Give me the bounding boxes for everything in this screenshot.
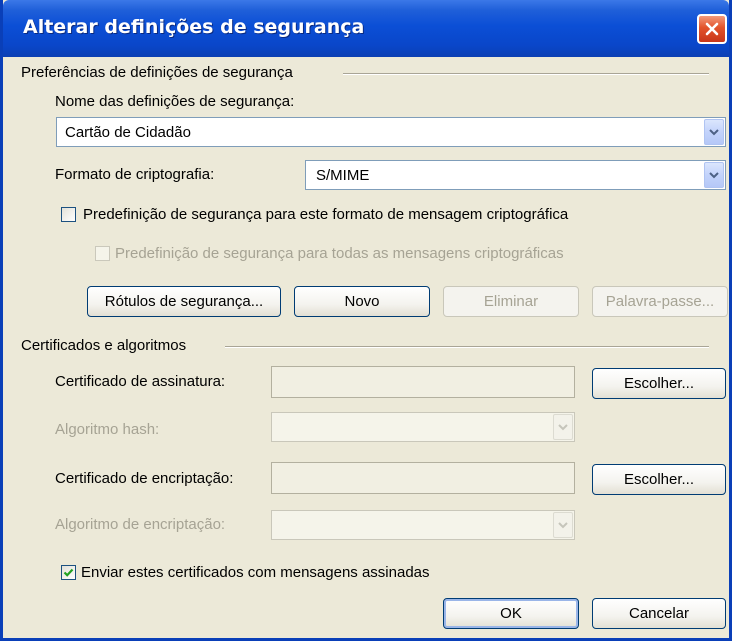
dropdown-button[interactable] <box>704 119 724 145</box>
choose-button-label: Escolher... <box>623 471 695 488</box>
certificates-group-label: Certificados e algoritmos <box>21 337 187 354</box>
title-bar[interactable]: Alterar definições de segurança <box>3 0 729 57</box>
close-icon <box>705 22 719 36</box>
dropdown-button[interactable] <box>553 512 573 538</box>
chevron-down-icon <box>558 424 568 431</box>
cancel-button-label: Cancelar <box>628 605 690 622</box>
new-button-label: Novo <box>344 293 380 310</box>
ok-button[interactable]: OK <box>443 598 579 629</box>
preferences-group-divider <box>343 73 709 75</box>
security-settings-name-dropdown[interactable]: Cartão de Cidadão <box>56 117 726 147</box>
crypto-format-label: Formato de criptografia: <box>55 166 215 183</box>
send-certificates-label[interactable]: Enviar estes certificados com mensagens … <box>81 564 430 581</box>
crypto-format-value: S/MIME <box>316 167 370 184</box>
security-labels-button-label: Rótulos de segurança... <box>104 293 264 310</box>
dropdown-button[interactable] <box>704 162 724 188</box>
signing-certificate-label: Certificado de assinatura: <box>55 373 226 390</box>
window-title: Alterar definições de segurança <box>23 16 365 38</box>
encryption-algorithm-label: Algoritmo de encriptação: <box>55 516 226 533</box>
chevron-down-icon <box>558 522 568 529</box>
security-settings-dialog: Alterar definições de segurança Preferên… <box>0 0 732 641</box>
security-settings-name-value: Cartão de Cidadão <box>65 124 191 141</box>
dropdown-button[interactable] <box>553 414 573 440</box>
default-for-format-label[interactable]: Predefinição de segurança para este form… <box>83 206 568 223</box>
security-labels-button[interactable]: Rótulos de segurança... <box>87 286 281 317</box>
checkmark-icon <box>63 568 74 577</box>
delete-button-label: Eliminar <box>483 293 539 310</box>
certificates-group-divider <box>225 346 709 348</box>
chevron-down-icon <box>709 129 719 136</box>
ok-button-label: OK <box>500 605 522 622</box>
close-button[interactable] <box>697 14 727 44</box>
preferences-group-label: Preferências de definições de segurança <box>21 64 293 81</box>
default-for-format-checkbox[interactable] <box>61 207 76 222</box>
choose-signing-certificate-button[interactable]: Escolher... <box>592 368 726 399</box>
default-for-all-checkbox[interactable] <box>95 246 110 261</box>
new-button[interactable]: Novo <box>294 286 430 317</box>
password-button[interactable]: Palavra-passe... <box>592 286 728 317</box>
chevron-down-icon <box>709 172 719 179</box>
signing-certificate-field[interactable] <box>271 366 575 398</box>
hash-algorithm-dropdown[interactable] <box>271 412 575 442</box>
encryption-certificate-field[interactable] <box>271 462 575 494</box>
delete-button[interactable]: Eliminar <box>443 286 579 317</box>
send-certificates-checkbox[interactable] <box>61 565 76 580</box>
security-settings-name-label: Nome das definições de segurança: <box>55 93 295 110</box>
choose-button-label: Escolher... <box>623 375 695 392</box>
password-button-label: Palavra-passe... <box>605 293 715 310</box>
hash-algorithm-label: Algoritmo hash: <box>55 421 160 438</box>
crypto-format-dropdown[interactable]: S/MIME <box>305 160 726 190</box>
default-for-all-label: Predefinição de segurança para todas as … <box>115 245 564 262</box>
choose-encryption-certificate-button[interactable]: Escolher... <box>592 464 726 495</box>
cancel-button[interactable]: Cancelar <box>592 598 726 629</box>
encryption-certificate-label: Certificado de encriptação: <box>55 470 234 487</box>
encryption-algorithm-dropdown[interactable] <box>271 510 575 540</box>
